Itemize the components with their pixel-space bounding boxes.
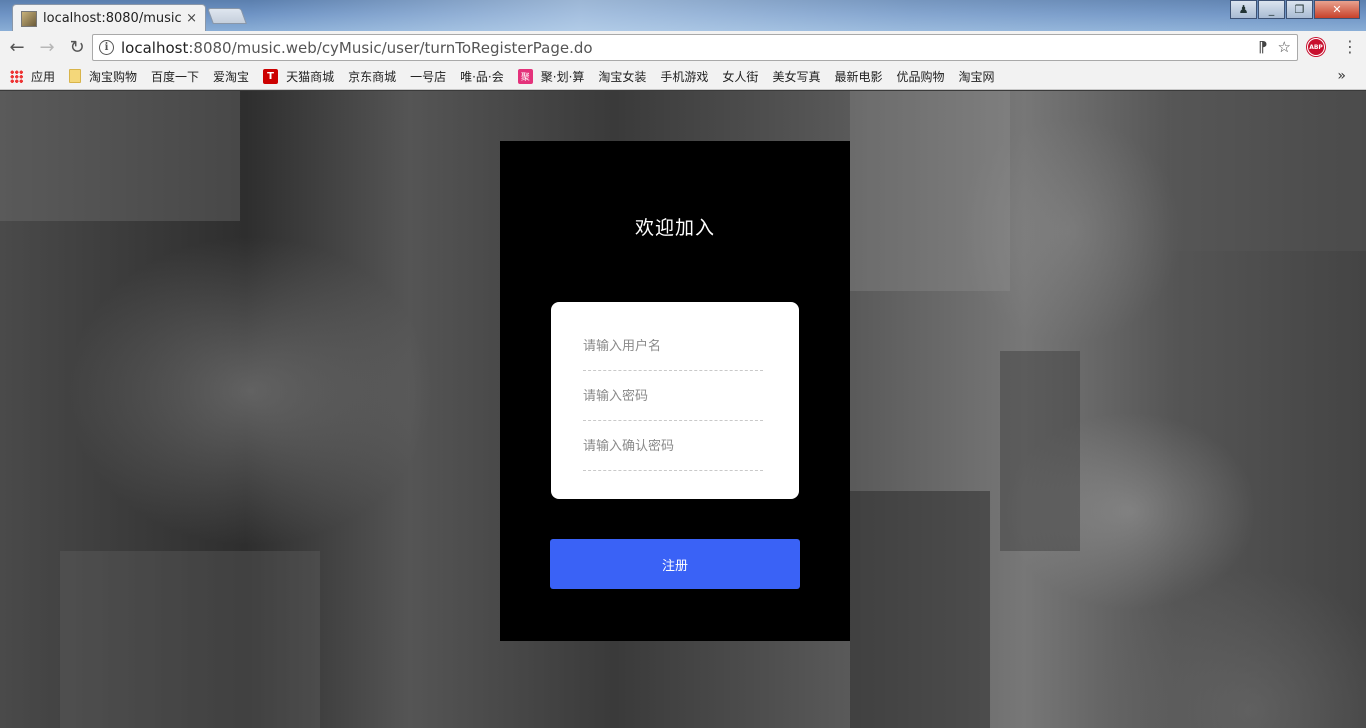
- background-photo-region: [1000, 351, 1080, 551]
- bookmark-label: 淘宝网: [958, 69, 995, 84]
- bookmark-apps[interactable]: 应用: [10, 68, 55, 85]
- bookmarks-bar: 应用 淘宝购物 百度一下 爱淘宝 T 天猫商城 京东商城 一号店 唯·品·会 聚聚…: [0, 63, 1366, 167]
- url-path: :8080/music.web/cyMusic/user/turnToRegis…: [188, 38, 593, 57]
- page-action-icon[interactable]: ⁋: [1258, 38, 1268, 56]
- url-host: localhost: [121, 38, 189, 57]
- background-photo-region: [0, 91, 240, 221]
- bookmark-label: 天猫商城: [286, 69, 335, 84]
- background-photo-region: [1170, 91, 1366, 251]
- favicon-icon: [21, 10, 37, 27]
- bookmark-tmall[interactable]: T 天猫商城: [263, 68, 334, 85]
- address-bar[interactable]: i localhost:8080/music.web/cyMusic/user/…: [92, 34, 1298, 61]
- bookmark-label: 聚·划·算: [540, 69, 585, 84]
- minimize-button[interactable]: _: [1258, 0, 1285, 19]
- bookmark-taobao-women[interactable]: 淘宝女装: [0, 68, 647, 167]
- bookmark-label: 京东商城: [348, 69, 397, 84]
- confirm-password-field-row: [583, 421, 763, 471]
- register-button[interactable]: 注册: [550, 539, 800, 589]
- bookmark-women-street[interactable]: 女人街: [0, 68, 759, 167]
- juhuasuan-icon: 聚: [517, 68, 533, 84]
- url-text[interactable]: localhost:8080/music.web/cyMusic/user/tu…: [121, 39, 593, 57]
- new-tab-button[interactable]: [207, 8, 247, 24]
- bookmark-label: 手机游戏: [660, 69, 709, 84]
- bookmark-label: 唯·品·会: [460, 69, 504, 84]
- register-form: [551, 302, 799, 499]
- forward-arrow-icon[interactable]: →: [34, 34, 60, 60]
- background-photo-region: [850, 491, 990, 728]
- bookmark-vip[interactable]: 唯·品·会: [0, 68, 504, 167]
- register-card: 欢迎加入 注册: [500, 141, 850, 641]
- adblock-plus-icon[interactable]: ABP: [1307, 38, 1325, 56]
- bookmark-mobile-games[interactable]: 手机游戏: [0, 68, 709, 167]
- bookmark-star-icon[interactable]: ☆: [1278, 38, 1291, 56]
- background-photo-region: [850, 91, 1010, 291]
- bookmark-taobao-shopping[interactable]: 淘宝购物: [69, 68, 137, 85]
- back-arrow-icon[interactable]: ←: [4, 34, 30, 60]
- password-input[interactable]: [583, 389, 763, 404]
- bookmark-label: 淘宝女装: [598, 69, 647, 84]
- browser-toolbar: ← → ↻ i localhost:8080/music.web/cyMusic…: [0, 31, 1366, 63]
- maximize-button[interactable]: ❐: [1286, 0, 1313, 19]
- browser-tab[interactable]: localhost:8080/music.w ×: [12, 4, 206, 32]
- tab-title: localhost:8080/music.w: [43, 11, 183, 26]
- user-profile-button[interactable]: ♟: [1230, 0, 1257, 19]
- register-title: 欢迎加入: [634, 217, 715, 239]
- bookmark-label: 应用: [31, 69, 56, 84]
- bookmark-label: 百度一下: [151, 69, 200, 84]
- bookmark-label: 优品购物: [896, 69, 945, 84]
- bookmark-taobao[interactable]: 淘宝网: [0, 68, 995, 167]
- close-window-button[interactable]: ✕: [1314, 0, 1360, 19]
- confirm-password-input[interactable]: [583, 439, 763, 454]
- bookmark-label: 美女写真: [772, 69, 821, 84]
- bookmark-label: 最新电影: [834, 69, 883, 84]
- reload-icon[interactable]: ↻: [64, 34, 90, 60]
- bookmark-label: 女人街: [722, 69, 759, 84]
- username-input[interactable]: [583, 339, 763, 354]
- info-icon[interactable]: i: [99, 40, 114, 55]
- window-controls: ♟ _ ❐ ✕: [1229, 0, 1360, 19]
- tmall-icon: T: [263, 68, 279, 84]
- tab-close-icon[interactable]: ×: [186, 11, 197, 26]
- bookmark-movies[interactable]: 最新电影: [0, 68, 883, 167]
- bookmark-juhuasuan[interactable]: 聚聚·划·算: [517, 68, 585, 85]
- bookmark-youpin[interactable]: 优品购物: [0, 68, 945, 167]
- page-background: 欢迎加入 注册: [0, 91, 1366, 728]
- bookmark-jd[interactable]: 京东商城: [0, 68, 397, 167]
- title-bar: localhost:8080/music.w × ♟ _ ❐ ✕: [0, 0, 1366, 32]
- bookmark-label: 淘宝购物: [89, 69, 138, 84]
- bookmark-baidu[interactable]: 百度一下: [0, 68, 200, 167]
- bookmark-ai-taobao[interactable]: 爱淘宝: [0, 68, 250, 167]
- bookmark-label: 一号店: [410, 69, 447, 84]
- background-photo-region: [60, 551, 320, 728]
- bookmark-yhd[interactable]: 一号店: [0, 68, 447, 167]
- browser-menu-icon[interactable]: ⋮: [1340, 37, 1360, 57]
- title-bar-glow: [250, 0, 1350, 31]
- apps-icon: [10, 69, 23, 83]
- username-field-row: [583, 302, 763, 371]
- bookmark-photos[interactable]: 美女写真: [0, 68, 821, 167]
- bookmark-label: 爱淘宝: [213, 69, 250, 84]
- folder-icon: [69, 69, 82, 83]
- bookmarks-overflow-icon[interactable]: »: [1337, 68, 1346, 84]
- password-field-row: [583, 371, 763, 421]
